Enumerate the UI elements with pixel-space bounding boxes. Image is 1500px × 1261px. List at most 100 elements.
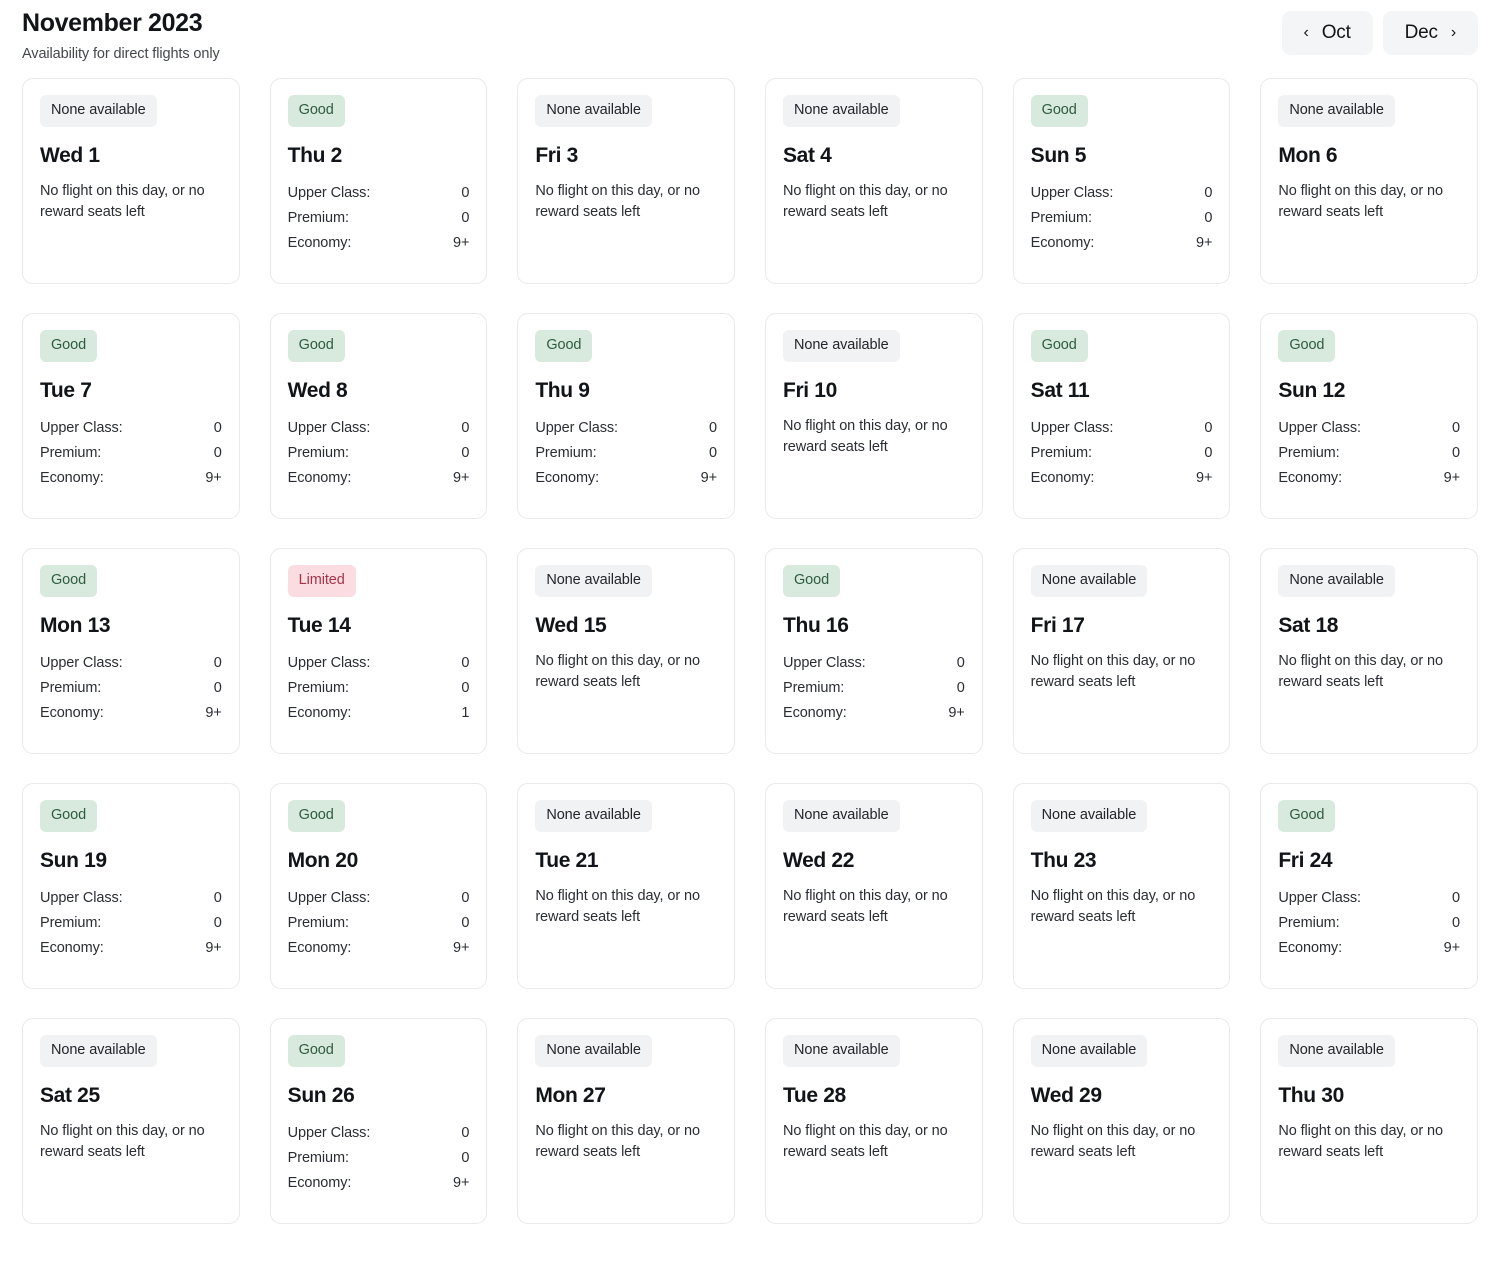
cabin-seat-count: 0 (461, 679, 470, 696)
cabin-name: Upper Class: (40, 654, 123, 671)
no-flight-message: No flight on this day, or no reward seat… (783, 182, 948, 220)
cabin-row: Upper Class: 0 (40, 651, 222, 676)
day-card[interactable]: Good Sun 12 Upper Class: 0 Premium: 0 Economy:… (1260, 313, 1478, 519)
day-label: Thu 23 (1030, 848, 1097, 872)
day-label: Tue 7 (40, 378, 92, 402)
flight-availability-calendar: November 2023 Availability for direct fl… (0, 0, 1500, 1261)
day-label: Sun 26 (287, 1083, 355, 1107)
cabin-seat-count: 0 (956, 654, 965, 671)
no-flight-message: No flight on this day, or no reward seat… (783, 417, 948, 455)
day-card[interactable]: Good Thu 9 Upper Class: 0 Premium: 0 Economy: 9… (517, 313, 735, 519)
cabin-name: Upper Class: (287, 1124, 371, 1141)
status-badge: Good (535, 330, 593, 362)
cabin-row: Premium: 0 (1278, 441, 1460, 466)
cabin-seat-count: 0 (1204, 184, 1213, 201)
day-label: Thu 16 (783, 613, 849, 637)
day-card[interactable]: None available Sat 25 No flight on this da… (22, 1018, 240, 1224)
day-label: Mon 27 (535, 1083, 606, 1107)
cabin-name: Economy: (1030, 469, 1095, 486)
day-label: Sun 5 (1030, 143, 1087, 167)
day-card[interactable]: Good Mon 13 Upper Class: 0 Premium: 0 Economy:… (22, 548, 240, 754)
cabin-name: Premium: (1278, 444, 1340, 461)
cabin-row: Economy: 9+ (783, 701, 965, 726)
no-flight-message: No flight on this day, or no reward seat… (1030, 1122, 1196, 1160)
cabin-row: Economy: 9+ (535, 466, 717, 491)
cabin-availability-list: Upper Class: 0 Premium: 0 Economy: 9+ (1031, 181, 1213, 256)
next-month-button[interactable]: Dec › (1382, 11, 1478, 55)
cabin-row: Upper Class: 0 (1031, 181, 1213, 206)
cabin-seat-count: 0 (461, 654, 470, 671)
status-badge: None available (40, 95, 157, 127)
day-card[interactable]: None available Thu 23 No flight on this da… (1012, 783, 1231, 989)
day-card[interactable]: None available Fri 3 No flight on this day… (517, 78, 735, 284)
prev-month-button[interactable]: ‹ Oct (1281, 11, 1373, 55)
day-label: Thu 9 (535, 378, 590, 402)
cabin-name: Premium: (1030, 209, 1092, 226)
no-flight-message: No flight on this day, or no reward seat… (1030, 652, 1196, 690)
cabin-name: Premium: (287, 209, 349, 226)
day-label: Mon 13 (40, 613, 111, 637)
status-badge: Good (40, 565, 98, 597)
day-card[interactable]: None available Sat 4 No flight on this day… (765, 78, 983, 284)
cabin-row: Economy: 9+ (288, 231, 470, 256)
day-card[interactable]: None available Sat 18 No flight on this da… (1260, 548, 1478, 754)
day-card[interactable]: Good Sat 11 Upper Class: 0 Premium: 0 Economy:… (1012, 313, 1231, 519)
cabin-seat-count: 9+ (452, 1174, 470, 1191)
cabin-row: Premium: 0 (40, 676, 222, 701)
day-card[interactable]: None available Wed 22 No flight on this da… (765, 783, 983, 989)
day-card[interactable]: None available Tue 21 No flight on this da… (517, 783, 735, 989)
day-card[interactable]: Good Sun 19 Upper Class: 0 Premium: 0 Economy:… (22, 783, 240, 989)
cabin-row: Upper Class: 0 (288, 886, 470, 911)
no-flight-message: No flight on this day, or no reward seat… (535, 887, 700, 925)
day-card[interactable]: Good Sun 5 Upper Class: 0 Premium: 0 Economy: 9… (1012, 78, 1231, 284)
day-card[interactable]: None available Tue 28 No flight on this da… (765, 1018, 983, 1224)
cabin-seat-count: 0 (213, 419, 222, 436)
day-card[interactable]: None available Wed 29 No flight on this da… (1012, 1018, 1231, 1224)
day-card[interactable]: None available Mon 6 No flight on this day… (1260, 78, 1478, 284)
day-card[interactable]: None available Fri 17 No flight on this da… (1012, 548, 1231, 754)
day-card-grid: None available Wed 1 No flight on this day… (0, 78, 1500, 1224)
cabin-name: Upper Class: (287, 419, 371, 436)
cabin-name: Economy: (1278, 469, 1342, 486)
day-label: Wed 15 (535, 613, 607, 637)
day-card[interactable]: Good Thu 2 Upper Class: 0 Premium: 0 Economy: 9… (269, 78, 488, 284)
cabin-seat-count: 0 (461, 914, 470, 931)
month-navigation: ‹ Oct Dec › (1281, 6, 1478, 55)
cabin-name: Economy: (287, 234, 352, 251)
day-card[interactable]: Good Thu 16 Upper Class: 0 Premium: 0 Economy:… (765, 548, 983, 754)
day-card[interactable]: None available Thu 30 No flight on this da… (1260, 1018, 1478, 1224)
day-card[interactable]: Good Mon 20 Upper Class: 0 Premium: 0 Economy:… (269, 783, 488, 989)
day-label: Tue 14 (287, 613, 351, 637)
day-card[interactable]: Good Sun 26 Upper Class: 0 Premium: 0 Economy:… (269, 1018, 488, 1224)
cabin-name: Economy: (1030, 234, 1095, 251)
cabin-name: Premium: (535, 444, 597, 461)
no-flight-message: No flight on this day, or no reward seat… (1278, 652, 1443, 690)
cabin-row: Economy: 9+ (40, 701, 222, 726)
status-badge: Good (1030, 330, 1088, 362)
day-card[interactable]: None available Wed 15 No flight on this da… (517, 548, 735, 754)
cabin-seat-count: 9+ (452, 234, 470, 251)
cabin-row: Premium: 0 (40, 441, 222, 466)
day-card[interactable]: Good Wed 8 Upper Class: 0 Premium: 0 Economy: 9… (269, 313, 488, 519)
day-card[interactable]: Good Fri 24 Upper Class: 0 Premium: 0 Economy:… (1260, 783, 1478, 989)
day-label: Fri 3 (535, 143, 578, 167)
status-badge: None available (1030, 565, 1148, 597)
cabin-name: Premium: (40, 679, 102, 696)
day-card[interactable]: None available Mon 27 No flight on this da… (517, 1018, 735, 1224)
calendar-header: November 2023 Availability for direct fl… (0, 0, 1500, 78)
status-badge: None available (535, 95, 652, 127)
day-card[interactable]: None available Wed 1 No flight on this day… (22, 78, 240, 284)
day-card[interactable]: None available Fri 10 No flight on this da… (765, 313, 983, 519)
status-badge: Good (287, 1035, 345, 1067)
status-badge: None available (40, 1035, 157, 1067)
day-card[interactable]: Limited Tue 14 Upper Class: 0 Premium: 0 Econo… (269, 548, 488, 754)
status-badge: None available (1030, 800, 1148, 832)
cabin-row: Premium: 0 (288, 676, 470, 701)
day-card[interactable]: Good Tue 7 Upper Class: 0 Premium: 0 Economy: 9… (22, 313, 240, 519)
cabin-row: Upper Class: 0 (288, 651, 470, 676)
status-badge: None available (1278, 1035, 1395, 1067)
cabin-name: Economy: (287, 704, 352, 721)
cabin-seat-count: 0 (461, 184, 470, 201)
cabin-name: Premium: (287, 679, 349, 696)
day-label: Sat 11 (1030, 378, 1090, 402)
